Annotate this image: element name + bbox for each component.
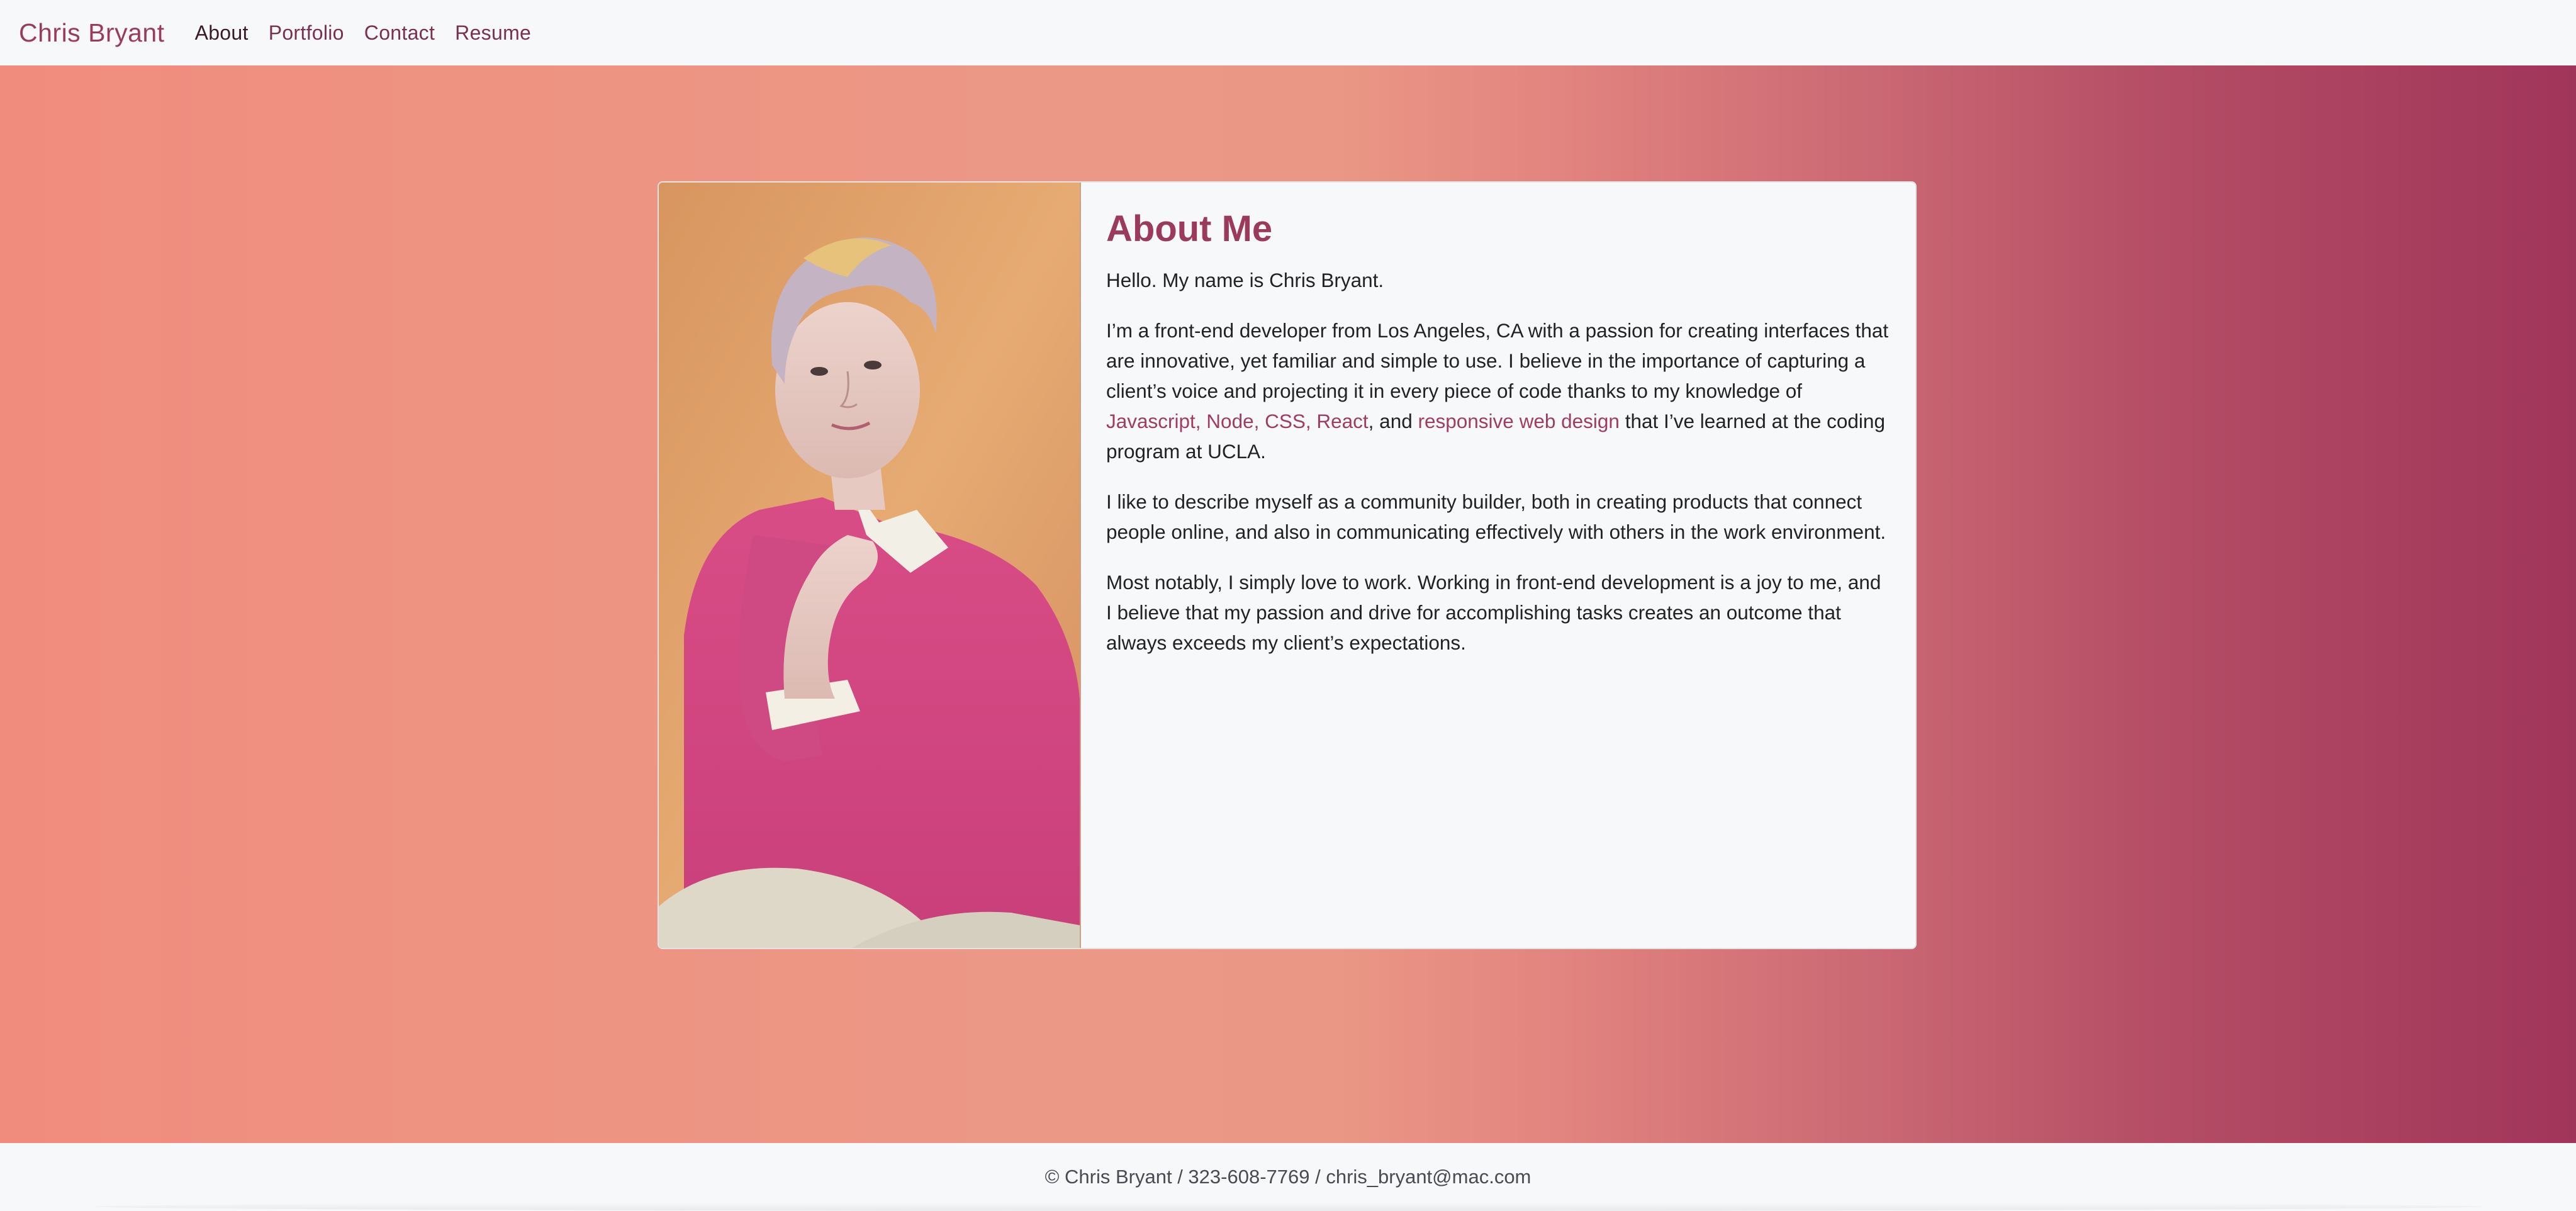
- skills-text-start: I’m a front-end developer from Los Angel…: [1106, 319, 1889, 402]
- hero-background: About Me Hello. My name is Chris Bryant.…: [0, 65, 2576, 1143]
- nav-link-resume[interactable]: Resume: [455, 21, 531, 45]
- nav-link-contact[interactable]: Contact: [364, 21, 435, 45]
- skills-text-middle: , and: [1368, 410, 1418, 432]
- navbar: Chris Bryant About Portfolio Contact Res…: [0, 0, 2576, 65]
- responsive-design-link[interactable]: responsive web design: [1418, 410, 1619, 432]
- work-paragraph: Most notably, I simply love to work. Wor…: [1106, 571, 1881, 654]
- footer-shadow: [94, 1202, 2482, 1211]
- about-card: About Me Hello. My name is Chris Bryant.…: [658, 181, 1917, 949]
- skills-paragraph: I’m a front-end developer from Los Angel…: [1106, 315, 1890, 466]
- page-title: About Me: [1106, 208, 1273, 249]
- footer-text: © Chris Bryant / 323-608-7769 / chris_br…: [1044, 1166, 1532, 1188]
- brand-link[interactable]: Chris Bryant: [19, 18, 165, 48]
- nav-link-about[interactable]: About: [195, 21, 249, 45]
- skills-link[interactable]: Javascript, Node, CSS, React: [1106, 410, 1369, 432]
- footer: © Chris Bryant / 323-608-7769 / chris_br…: [0, 1143, 2576, 1211]
- intro-paragraph: Hello. My name is Chris Bryant.: [1106, 269, 1384, 291]
- nav-link-portfolio[interactable]: Portfolio: [269, 21, 344, 45]
- profile-photo: [659, 183, 1081, 948]
- about-content: About Me Hello. My name is Chris Bryant.…: [1081, 183, 1915, 948]
- community-paragraph: I like to describe myself as a community…: [1106, 490, 1886, 543]
